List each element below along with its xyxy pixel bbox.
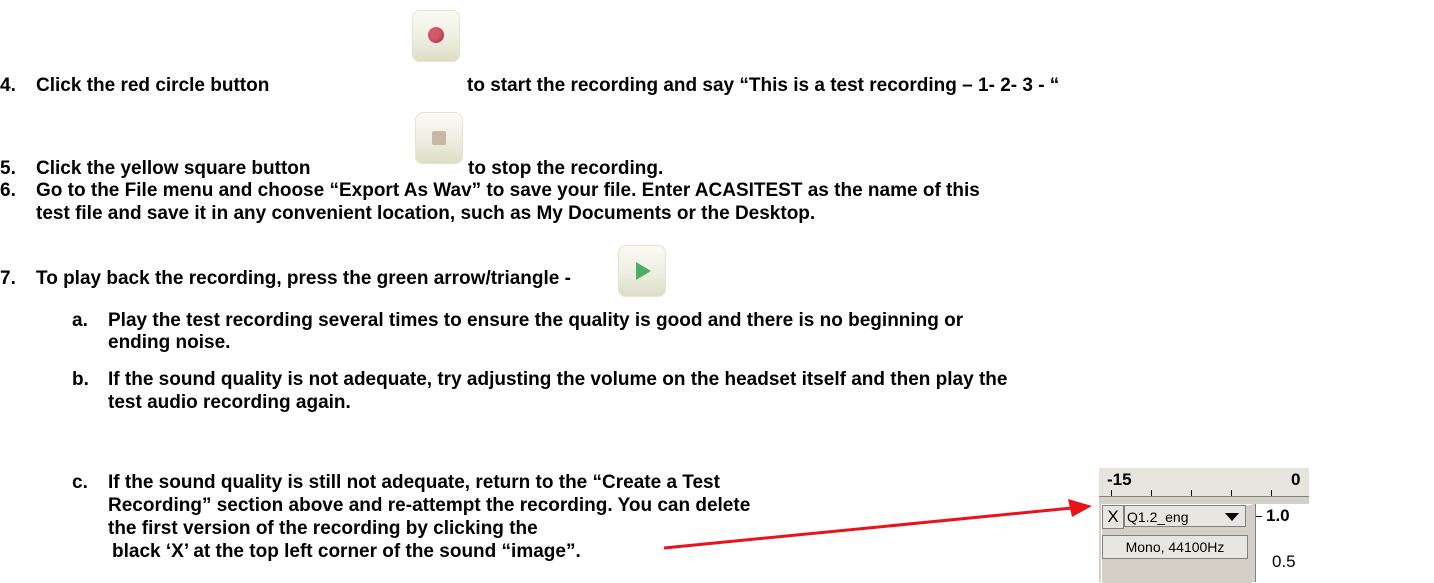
play-button-image bbox=[618, 245, 666, 297]
step-5-text-end: to stop the recording. bbox=[468, 158, 664, 179]
step-6-line-1: Go to the File menu and choose “Export A… bbox=[36, 180, 980, 201]
substep-a-label: a. bbox=[72, 310, 88, 331]
scale-tick bbox=[1256, 516, 1262, 517]
track-close-button[interactable]: X bbox=[1102, 505, 1124, 529]
ruler-tick bbox=[1111, 490, 1112, 496]
ruler-tick bbox=[1231, 490, 1232, 496]
stop-button-image bbox=[415, 112, 463, 164]
step-4-text-start: Click the red circle button bbox=[36, 75, 270, 96]
stop-square-icon bbox=[432, 131, 446, 145]
substep-c-line-1: If the sound quality is still not adequa… bbox=[108, 472, 720, 493]
substep-c-line-3: the first version of the recording by cl… bbox=[108, 518, 538, 539]
ruler-tick bbox=[1191, 490, 1192, 496]
record-circle-icon bbox=[428, 27, 444, 43]
step-7-number: 7. bbox=[0, 268, 16, 289]
ruler-label-right: 0 bbox=[1291, 470, 1301, 489]
substep-c-line-4: black ‘X’ at the top left corner of the … bbox=[112, 541, 581, 562]
substep-b-label: b. bbox=[72, 369, 89, 390]
ruler-tick bbox=[1151, 490, 1152, 496]
record-button-image bbox=[412, 10, 460, 62]
scale-top-label: 1.0 bbox=[1266, 506, 1290, 525]
step-5-text-start: Click the yellow square button bbox=[36, 158, 311, 179]
track-name-dropdown[interactable]: Q1.2_eng bbox=[1124, 505, 1246, 527]
substep-c-line-2: Recording” section above and re-attempt … bbox=[108, 495, 751, 516]
step-6-line-2: test file and save it in any convenient … bbox=[36, 203, 816, 224]
chevron-down-icon bbox=[1225, 513, 1239, 521]
step-5-number: 5. bbox=[0, 158, 16, 179]
amplitude-scale: 1.0 0.5 bbox=[1255, 504, 1310, 582]
track-name-label: Q1.2_eng bbox=[1127, 509, 1189, 525]
track-format-info: Mono, 44100Hz bbox=[1102, 535, 1248, 559]
ruler-tick bbox=[1271, 490, 1272, 496]
scale-mid-label: 0.5 bbox=[1272, 552, 1296, 571]
play-triangle-icon bbox=[636, 262, 651, 280]
step-4-number: 4. bbox=[0, 75, 16, 96]
substep-c-label: c. bbox=[72, 472, 88, 493]
substep-b-line-1: If the sound quality is not adequate, tr… bbox=[108, 369, 1008, 390]
substep-a-line-1: Play the test recording several times to… bbox=[108, 310, 964, 331]
substep-b-line-2: test audio recording again. bbox=[108, 392, 351, 413]
track-panel-image: -15 0 X Q1.2_eng Mono, 44100Hz 1.0 0.5 bbox=[1099, 468, 1310, 583]
substep-a-line-2: ending noise. bbox=[108, 332, 231, 353]
ruler-label-left: -15 bbox=[1107, 470, 1132, 489]
meter-ruler: -15 0 bbox=[1099, 468, 1309, 497]
step-4-text-end: to start the recording and say “This is … bbox=[467, 75, 1060, 96]
step-7-text: To play back the recording, press the gr… bbox=[36, 268, 571, 289]
track-control-panel: X Q1.2_eng Mono, 44100Hz bbox=[1101, 504, 1252, 583]
step-6-number: 6. bbox=[0, 180, 16, 201]
pointer-arrow-icon bbox=[663, 499, 1092, 550]
